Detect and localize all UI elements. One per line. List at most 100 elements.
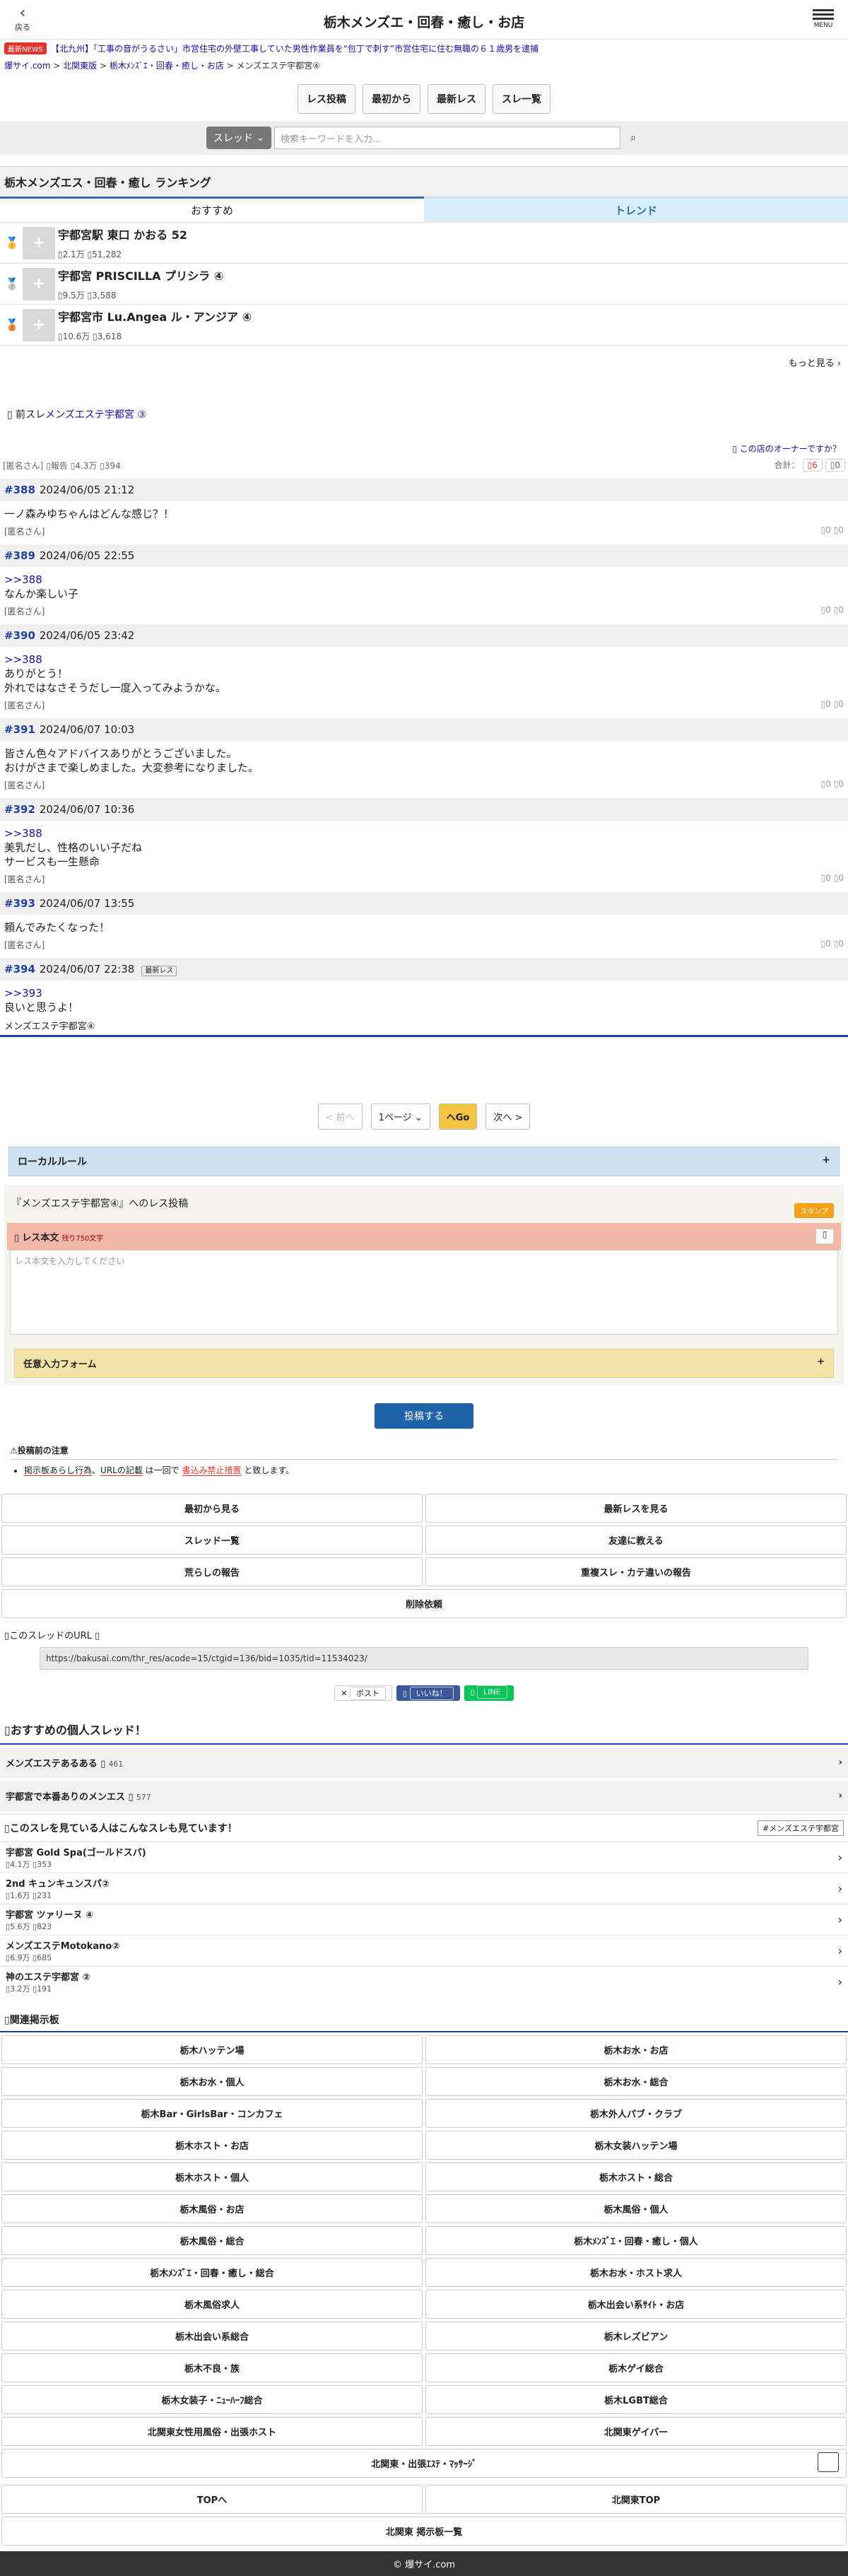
related-board-wide[interactable]: 北関東・出張ｴｽﾃ・ﾏｯｻｰｼﾞ — [1, 2449, 847, 2478]
ranking-title[interactable]: 宇都宮駅 東口 かおる 52 — [58, 226, 187, 242]
region-top-button[interactable]: 北関東TOP — [425, 2485, 847, 2514]
notes-b[interactable]: URLの記載 — [100, 1465, 143, 1476]
related-board[interactable]: 栃木ホスト・お店 — [1, 2131, 423, 2160]
related-board[interactable]: 栃木お水・お店 — [425, 2035, 847, 2064]
reply-anchor[interactable]: >>388 — [4, 573, 844, 587]
view-latest-button[interactable]: 最新レスを見る — [425, 1494, 847, 1523]
related-board[interactable]: 栃木出会い系ｻｲﾄ・お店 — [425, 2290, 847, 2319]
reply-body-textarea[interactable]: レス本文を入力してください — [10, 1250, 838, 1335]
top-button[interactable]: TOPへ — [1, 2485, 423, 2514]
ranking-item[interactable]: 🥈 + 宇都宮 PRISCILLA プリシラ ④ ▯9.5万 ▯3,588 — [0, 263, 848, 304]
owner-link[interactable]: ▯ この店のオーナーですか？ — [732, 444, 841, 454]
url-field[interactable]: https://bakusai.com/thr_res/acode=15/ctg… — [40, 1647, 808, 1670]
downvote-button[interactable]: 0 — [838, 605, 844, 615]
x-post-button[interactable]: ✕ ポスト — [334, 1685, 393, 1701]
facebook-like-button[interactable]: ▯ いいね！ — [396, 1685, 460, 1701]
related-board[interactable]: 栃木お水・個人 — [1, 2067, 423, 2096]
downvote-button[interactable]: 0 — [838, 525, 844, 535]
related-board[interactable]: 栃木ﾒﾝｽﾞｴ・回春・癒し・総合 — [1, 2258, 423, 2287]
downvote-button[interactable]: 0 — [838, 873, 844, 883]
upvote-button[interactable]: 0 — [825, 525, 831, 535]
reply-anchor[interactable]: >>393 — [4, 986, 844, 1000]
related-board[interactable]: 栃木ハッテン場 — [1, 2035, 423, 2064]
search-icon[interactable]: ⌕ — [625, 132, 642, 144]
related-board[interactable]: 栃木女装ハッテン場 — [425, 2131, 847, 2160]
image-upload-icon[interactable]: ▯ — [815, 1229, 834, 1244]
post-number[interactable]: #390 — [4, 629, 35, 642]
related-board[interactable]: 栃木ﾒﾝｽﾞｴ・回春・癒し・個人 — [425, 2226, 847, 2255]
also-viewed-thread[interactable]: 2nd キュンキュンスパ② ▯1.6万 ▯231 › — [0, 1873, 848, 1904]
related-board[interactable]: 栃木お水・ホスト求人 — [425, 2258, 847, 2287]
also-viewed-thread[interactable]: メンズエステMotokano② ▯6.9万 ▯685 › — [0, 1935, 848, 1966]
upvote-total[interactable]: ▯6 — [802, 459, 823, 472]
line-share-button[interactable]: ▯ LINE — [464, 1685, 514, 1701]
post-number[interactable]: #392 — [4, 803, 35, 816]
report-link[interactable]: ▯報告 — [46, 461, 68, 471]
tab-trend[interactable]: トレンド — [424, 197, 848, 222]
news-ticker[interactable]: 最新NEWS 【北九州】「工事の音がうるさい」市営住宅の外壁工事していた男性作業員… — [0, 40, 848, 57]
copy-icon[interactable]: ▯ — [95, 1631, 100, 1641]
also-viewed-thread[interactable]: 宇都宮 ツァリーヌ ④ ▯5.6万 ▯823 › — [0, 1904, 848, 1935]
ranking-title[interactable]: 宇都宮市 Lu.Angea ル・アンジア ④ — [58, 308, 252, 324]
recommended-thread[interactable]: 宇都宮で本番ありのメンエス ▯ 577 › — [0, 1781, 848, 1811]
related-board[interactable]: 栃木風俗・総合 — [1, 2226, 423, 2255]
ranking-item[interactable]: 🥉 + 宇都宮市 Lu.Angea ル・アンジア ④ ▯10.6万 ▯3,618 — [0, 304, 848, 345]
view-first-button[interactable]: 最初から見る — [1, 1494, 423, 1523]
news-text[interactable]: 【北九州】「工事の音がうるさい」市営住宅の外壁工事していた男性作業員を“包丁で刺… — [51, 42, 538, 54]
downvote-total[interactable]: ▯0 — [825, 459, 845, 472]
upvote-button[interactable]: 0 — [825, 779, 831, 789]
downvote-button[interactable]: 0 — [838, 939, 844, 949]
ranking-title[interactable]: 宇都宮 PRISCILLA プリシラ ④ — [58, 267, 223, 283]
downvote-button[interactable]: 0 — [838, 779, 844, 789]
related-board[interactable]: 栃木出会い系総合 — [1, 2322, 423, 2350]
thread-list-link[interactable]: スレッド一覧 — [1, 1526, 423, 1555]
go-button[interactable]: へGo — [438, 1103, 478, 1130]
post-number[interactable]: #388 — [4, 484, 35, 496]
prev-page-button[interactable]: < 前へ — [317, 1103, 363, 1130]
also-viewed-thread[interactable]: 宇都宮 Gold Spa(ゴールドスパ) ▯4.1万 ▯353 › — [0, 1842, 848, 1873]
local-rule-toggle[interactable]: ローカルルール + — [8, 1147, 840, 1176]
post-number[interactable]: #394 — [4, 963, 35, 976]
board-list-button[interactable]: 北関東 掲示板一覧 — [1, 2517, 847, 2546]
upvote-button[interactable]: 0 — [825, 699, 831, 709]
from-first-button[interactable]: 最初から — [363, 84, 420, 114]
related-board[interactable]: 栃木LGBT総合 — [425, 2385, 847, 2414]
related-board[interactable]: 栃木不良・族 — [1, 2353, 423, 2382]
post-number[interactable]: #391 — [4, 723, 35, 736]
post-number[interactable]: #393 — [4, 897, 35, 910]
search-scope-select[interactable]: スレッド ⌄ — [206, 127, 271, 149]
optional-form-toggle[interactable]: 任意入力フォーム + — [14, 1349, 834, 1378]
also-viewed-thread[interactable]: 神のエステ宇都宮 ② ▯3.2万 ▯191 › — [0, 1966, 848, 1997]
related-board[interactable]: 栃木風俗求人 — [1, 2290, 423, 2319]
hashtag-badge[interactable]: #メンズエステ宇都宮 — [758, 1820, 844, 1836]
stamp-button[interactable]: スタンプ — [794, 1203, 834, 1218]
recommended-thread[interactable]: メンズエステあるある ▯ 461 › — [0, 1747, 848, 1778]
next-page-button[interactable]: 次へ > — [485, 1103, 531, 1130]
related-board[interactable]: 栃木お水・総合 — [425, 2067, 847, 2096]
latest-replies-button[interactable]: 最新レス — [428, 84, 485, 114]
breadcrumb-home[interactable]: 爆サイ.com — [4, 61, 50, 71]
related-board[interactable]: 栃木ゲイ総合 — [425, 2353, 847, 2382]
reply-anchor[interactable]: >>388 — [4, 652, 844, 667]
post-reply-button[interactable]: レス投稿 — [298, 84, 355, 114]
related-board[interactable]: 栃木ホスト・総合 — [425, 2162, 847, 2191]
related-board[interactable]: 栃木風俗・個人 — [425, 2194, 847, 2223]
post-number[interactable]: #389 — [4, 549, 35, 562]
related-board[interactable]: 栃木レズビアン — [425, 2322, 847, 2350]
more-link[interactable]: もっと見る › — [0, 345, 848, 379]
submit-button[interactable]: 投稿する — [375, 1403, 473, 1429]
ranking-item[interactable]: 🥇 + 宇都宮駅 東口 かおる 52 ▯2.1万 ▯51,282 — [0, 222, 848, 263]
report-duplicate-button[interactable]: 重複スレ・カテ違いの報告 — [425, 1557, 847, 1586]
tab-recommended[interactable]: おすすめ — [0, 197, 424, 222]
upvote-button[interactable]: 0 — [825, 605, 831, 615]
report-spam-button[interactable]: 荒らしの報告 — [1, 1557, 423, 1586]
upvote-button[interactable]: 0 — [825, 873, 831, 883]
search-input[interactable]: 検索キーワードを入力... — [274, 127, 620, 149]
delete-request-button[interactable]: 削除依頼 — [1, 1589, 847, 1618]
tell-friend-button[interactable]: 友達に教える — [425, 1526, 847, 1555]
related-board[interactable]: 北関東ゲイバー — [425, 2417, 847, 2446]
thread-list-button[interactable]: スレ一覧 — [493, 84, 550, 114]
related-board[interactable]: 栃木風俗・お店 — [1, 2194, 423, 2223]
related-board[interactable]: 栃木外人パブ・クラブ — [425, 2099, 847, 2128]
page-top-icon[interactable] — [818, 2452, 839, 2472]
